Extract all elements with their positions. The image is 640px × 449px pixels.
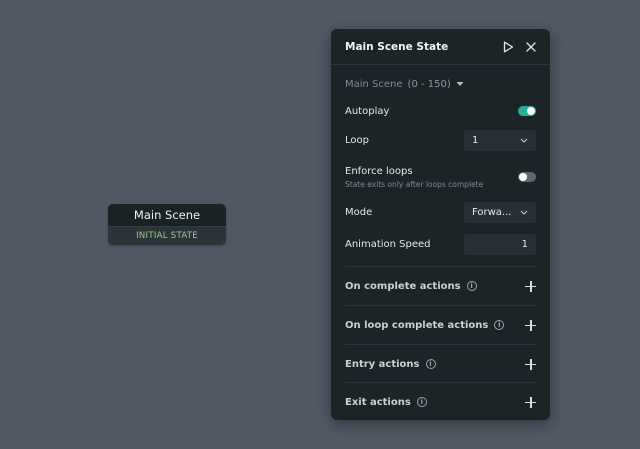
plus-icon[interactable] xyxy=(525,396,536,408)
autoplay-row: Autoplay xyxy=(345,103,536,119)
plus-icon[interactable] xyxy=(525,358,536,370)
initial-state-badge: INITIAL STATE xyxy=(108,226,226,245)
loop-label: Loop xyxy=(345,135,369,146)
info-icon[interactable]: i xyxy=(494,320,505,330)
info-icon[interactable]: i xyxy=(416,397,427,407)
autoplay-toggle[interactable] xyxy=(518,106,536,116)
on-complete-actions-section[interactable]: On complete actions i xyxy=(345,266,536,305)
state-properties-panel: Main Scene State Main Scene (0 - 150) Au… xyxy=(331,29,550,420)
scene-name: Main Scene xyxy=(345,79,403,90)
autoplay-label: Autoplay xyxy=(345,105,390,117)
scene-node-title: Main Scene xyxy=(133,208,201,222)
scene-selector[interactable]: Main Scene (0 - 150) xyxy=(345,79,464,90)
section-label: On loop complete actions xyxy=(345,319,489,331)
mode-select[interactable]: Forwa... xyxy=(464,202,536,223)
animation-speed-input[interactable]: 1 xyxy=(464,234,536,255)
animation-speed-label: Animation Speed xyxy=(345,239,431,250)
plus-icon[interactable] xyxy=(525,280,536,292)
entry-actions-section[interactable]: Entry actions i xyxy=(345,344,536,383)
chevron-down-icon xyxy=(520,207,528,218)
exit-actions-section[interactable]: Exit actions i xyxy=(345,382,536,420)
close-icon[interactable] xyxy=(526,41,536,52)
loop-row: Loop 1 xyxy=(345,130,536,151)
mode-value: Forwa... xyxy=(472,207,512,218)
panel-title: Main Scene State xyxy=(345,40,449,53)
plus-icon[interactable] xyxy=(525,319,536,331)
info-icon[interactable]: i xyxy=(466,281,477,291)
section-label: On complete actions xyxy=(345,280,461,292)
mode-row: Mode Forwa... xyxy=(345,202,536,223)
mode-label: Mode xyxy=(345,207,373,218)
animation-speed-row: Animation Speed 1 xyxy=(345,234,536,255)
loop-value: 1 xyxy=(472,135,479,146)
enforce-loops-row: Enforce loops State exits only after loo… xyxy=(345,164,536,190)
scene-range: (0 - 150) xyxy=(407,79,451,90)
enforce-loops-description: State exits only after loops complete xyxy=(345,179,484,189)
section-label: Exit actions xyxy=(345,396,411,408)
caret-down-icon xyxy=(456,79,464,90)
loop-select[interactable]: 1 xyxy=(464,130,536,151)
panel-header: Main Scene State xyxy=(331,29,550,65)
play-icon[interactable] xyxy=(503,41,514,53)
scene-node-main[interactable]: Main Scene INITIAL STATE xyxy=(108,204,226,245)
chevron-down-icon xyxy=(520,135,528,146)
section-label: Entry actions xyxy=(345,358,420,370)
enforce-loops-toggle[interactable] xyxy=(518,172,536,182)
info-icon[interactable]: i xyxy=(425,359,436,369)
enforce-loops-label: Enforce loops xyxy=(345,165,413,177)
on-loop-complete-actions-section[interactable]: On loop complete actions i xyxy=(345,305,536,344)
